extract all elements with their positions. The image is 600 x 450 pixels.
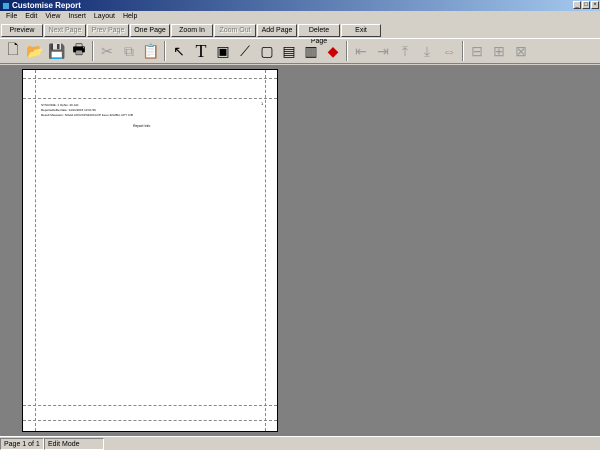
report-center-label[interactable]: Report Info [133, 124, 150, 128]
menu-help[interactable]: Help [119, 11, 141, 22]
same-height-icon[interactable]: ⊞ [488, 40, 510, 62]
menu-view[interactable]: View [41, 11, 64, 22]
top-margin-guide[interactable] [23, 78, 277, 79]
align-bottom-icon[interactable]: ⤓ [416, 40, 438, 62]
image-tool-icon[interactable]: ▣ [212, 40, 234, 62]
text-tool-icon[interactable]: T [190, 40, 212, 62]
pointer-icon[interactable]: ↖ [168, 40, 190, 62]
new-icon[interactable]: 🗋 [2, 40, 24, 62]
design-workspace[interactable]: SYSCODE: 1 OpNo: 40 Job: Reportedtofile … [0, 65, 600, 436]
save-icon[interactable]: 💾 [46, 40, 68, 62]
next-page-button[interactable]: Next Page [44, 23, 86, 37]
print-icon[interactable]: 🖶 [68, 40, 90, 62]
menu-file[interactable]: File [2, 11, 21, 22]
minimize-button[interactable]: _ [573, 1, 581, 9]
same-width-icon[interactable]: ⊟ [466, 40, 488, 62]
menu-layout[interactable]: Layout [90, 11, 119, 22]
formula-tool-icon[interactable]: ▥ [300, 40, 322, 62]
menu-bar: File Edit View Insert Layout Help [0, 11, 600, 22]
delete-page-button[interactable]: Delete Page [298, 23, 340, 45]
align-right-icon[interactable]: ⇥ [372, 40, 394, 62]
add-page-button[interactable]: Add Page [257, 23, 297, 37]
copy-icon[interactable]: ⧉ [118, 40, 140, 62]
footer-guide[interactable] [23, 405, 277, 406]
open-icon[interactable]: 📂 [24, 40, 46, 62]
maximize-button[interactable]: □ [582, 1, 590, 9]
bottom-margin-guide[interactable] [23, 420, 277, 421]
window-title: Customise Report [12, 1, 81, 10]
zoom-in-button[interactable]: Zoom In [171, 23, 213, 37]
cut-icon[interactable]: ✂ [96, 40, 118, 62]
one-page-button[interactable]: One Page [130, 23, 170, 37]
space-horizontal-icon[interactable]: ⇔ [438, 40, 460, 62]
left-margin-guide[interactable] [35, 70, 36, 431]
color-icon[interactable]: ◆ [322, 40, 344, 62]
menu-edit[interactable]: Edit [21, 11, 41, 22]
field-tool-icon[interactable]: ▤ [278, 40, 300, 62]
report-header-line-1[interactable]: SYSCODE: 1 OpNo: 40 Job: [41, 103, 79, 107]
report-page[interactable]: SYSCODE: 1 OpNo: 40 Job: Reportedtofile … [22, 69, 278, 432]
line-tool-icon[interactable]: ⟋ [234, 40, 256, 62]
header-guide[interactable] [23, 98, 277, 99]
align-top-icon[interactable]: ⤒ [394, 40, 416, 62]
close-button[interactable]: × [591, 1, 599, 9]
right-margin-guide[interactable] [265, 70, 266, 431]
command-bar: Preview Next Page Prev Page One Page Zoo… [0, 23, 600, 45]
paste-icon[interactable]: 📋 [140, 40, 162, 62]
prev-page-button[interactable]: Prev Page [87, 23, 129, 37]
status-page: Page 1 of 1 [0, 437, 44, 450]
menu-insert[interactable]: Insert [64, 11, 90, 22]
status-bar: Page 1 of 1 Edit Mode [0, 436, 600, 450]
grid-icon[interactable]: ⊠ [510, 40, 532, 62]
page-marker[interactable]: 1 [261, 101, 263, 106]
exit-button[interactable]: Exit [341, 23, 381, 37]
box-tool-icon[interactable]: ▢ [256, 40, 278, 62]
report-header-line-2[interactable]: Reportedtofile Date: 14/11/2015 13:01:56 [41, 108, 96, 112]
zoom-out-button[interactable]: Zoom Out [214, 23, 256, 37]
report-header-line-3[interactable]: Result Msession: SOeld.AOV2CP3420CAl lP … [41, 113, 133, 117]
align-left-icon[interactable]: ⇤ [350, 40, 372, 62]
app-icon [2, 1, 10, 10]
tool-bar: 🗋 📂 💾 🖶 ✂ ⧉ 📋 ↖ T ▣ ⟋ ▢ ▤ ▥ ◆ ⇤ ⇥ ⤒ ⤓ ⇔ … [0, 38, 600, 64]
preview-button[interactable]: Preview [1, 23, 43, 37]
title-bar: Customise Report _ □ × [0, 0, 600, 11]
status-mode: Edit Mode [44, 437, 104, 450]
